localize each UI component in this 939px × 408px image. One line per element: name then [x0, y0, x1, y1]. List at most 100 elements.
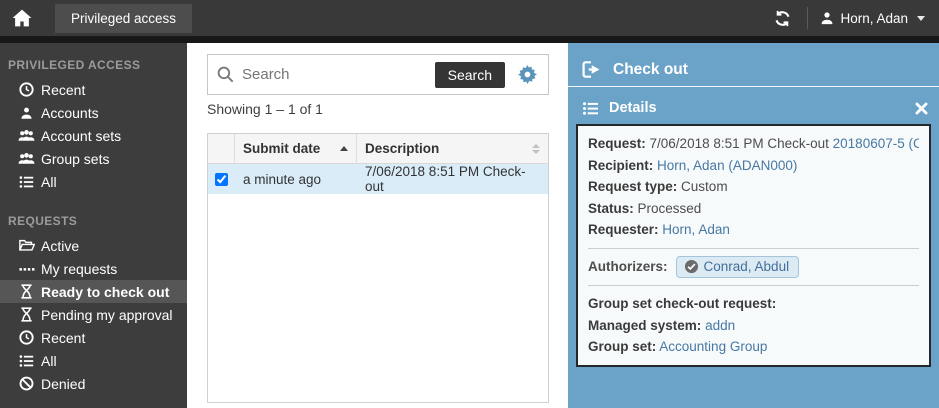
table-row[interactable]: a minute ago 7/06/2018 8:51 PM Check-out: [208, 164, 548, 194]
sidebar: PRIVILEGED ACCESS Recent Accounts Accoun…: [0, 43, 187, 408]
column-label: Submit date: [243, 141, 320, 156]
ban-icon: [18, 376, 35, 391]
sidebar-item-all[interactable]: All: [0, 170, 187, 193]
group-set-request-heading: Group set check-out request:: [588, 293, 919, 315]
sign-out-icon: [582, 61, 601, 78]
managed-system-field: Managed system: addn: [588, 315, 919, 337]
requests-table: Submit date Description a minute ago 7/0…: [207, 133, 549, 403]
list-icon: [18, 175, 35, 189]
sidebar-item-label: Recent: [41, 82, 85, 98]
results-count: Showing 1 – 1 of 1: [207, 101, 323, 117]
sort-both-icon: [532, 144, 540, 154]
sidebar-item-label: All: [41, 353, 57, 369]
hourglass-icon: [18, 284, 35, 299]
check-circle-icon: [684, 259, 699, 274]
description-cell: 7/06/2018 8:51 PM Check-out: [357, 164, 548, 194]
sidebar-item-pending-my-approval[interactable]: Pending my approval: [0, 303, 187, 326]
column-header-submit-date[interactable]: Submit date: [235, 134, 357, 163]
sidebar-item-ready-to-check-out[interactable]: Ready to check out: [0, 280, 187, 303]
sidebar-item-recent[interactable]: Recent: [0, 78, 187, 101]
sidebar-item-accounts[interactable]: Accounts: [0, 101, 187, 124]
sidebar-item-account-sets[interactable]: Account sets: [0, 124, 187, 147]
authorizers-label: Authorizers:: [588, 259, 668, 274]
submit-date-cell: a minute ago: [235, 164, 357, 194]
group-set-label: Group set:: [588, 339, 656, 354]
checkout-panel: Check out Details Request: 7/06/2018 8:5…: [568, 43, 939, 408]
sidebar-section-requests: REQUESTS: [0, 193, 187, 234]
gear-icon[interactable]: [518, 65, 537, 84]
refresh-button[interactable]: [765, 0, 799, 36]
sidebar-item-group-sets[interactable]: Group sets: [0, 147, 187, 170]
sidebar-item-all-requests[interactable]: All: [0, 349, 187, 372]
search-icon: [217, 66, 234, 83]
search-input[interactable]: [242, 66, 435, 83]
ellipsis-icon: [18, 262, 35, 276]
home-button[interactable]: [0, 0, 44, 36]
folder-open-icon: [18, 239, 35, 252]
sidebar-item-label: Denied: [41, 376, 85, 392]
search-bar: Search: [207, 54, 549, 95]
hourglass-icon: [18, 307, 35, 322]
sidebar-section-privileged-access: PRIVILEGED ACCESS: [0, 43, 187, 78]
authorizer-name: Conrad, Abdul: [704, 259, 790, 274]
sidebar-item-label: Recent: [41, 330, 85, 346]
field-divider: [588, 248, 919, 249]
panel-header: Check out: [568, 43, 939, 85]
details-box: Request: 7/06/2018 8:51 PM Check-out 201…: [576, 124, 931, 367]
column-header-description[interactable]: Description: [357, 134, 548, 163]
recipient-value: Horn, Adan (ADAN000): [657, 158, 797, 173]
sidebar-item-label: Account sets: [41, 128, 121, 144]
list-icon: [18, 354, 35, 368]
search-button[interactable]: Search: [435, 62, 505, 88]
topbar-shadow-strip: [0, 36, 939, 43]
authorizers-field: Authorizers: Conrad, Abdul: [588, 256, 919, 278]
sidebar-item-label: All: [41, 174, 57, 190]
sidebar-item-label: Pending my approval: [41, 307, 173, 323]
recipient-field: Recipient: Horn, Adan (ADAN000): [588, 155, 919, 177]
request-value: 7/06/2018 8:51 PM Check-out: [650, 136, 833, 151]
request-list-pane: Search Showing 1 – 1 of 1 Submit date De…: [187, 43, 568, 408]
request-label: Request:: [588, 136, 646, 151]
close-icon[interactable]: [915, 102, 928, 115]
panel-title: Check out: [613, 61, 688, 79]
request-type-label: Request type:: [588, 179, 677, 194]
clock-icon: [18, 330, 35, 345]
row-select-cell: [208, 164, 235, 194]
sidebar-item-label: Ready to check out: [41, 284, 169, 300]
row-checkbox[interactable]: [215, 173, 228, 186]
refresh-icon: [774, 10, 791, 27]
details-section-header: Details: [582, 95, 928, 121]
status-value: Processed: [638, 201, 702, 216]
sidebar-item-label: Group sets: [41, 151, 109, 167]
recipient-label: Recipient:: [588, 158, 653, 173]
group-set-request-label: Group set check-out request:: [588, 296, 776, 311]
field-divider: [588, 285, 919, 286]
caret-down-icon: [917, 16, 925, 21]
user-name: Horn, Adan: [840, 11, 908, 26]
request-link[interactable]: 20180607-5 (Custom: [833, 136, 919, 151]
sidebar-item-label: My requests: [41, 261, 117, 277]
sidebar-item-label: Active: [41, 238, 79, 254]
details-title: Details: [609, 100, 657, 116]
select-column-header: [208, 134, 235, 163]
request-type-value: Custom: [681, 179, 728, 194]
sidebar-item-denied[interactable]: Denied: [0, 372, 187, 395]
sidebar-item-recent-requests[interactable]: Recent: [0, 326, 187, 349]
privileged-access-button[interactable]: Privileged access: [55, 4, 192, 33]
request-field: Request: 7/06/2018 8:51 PM Check-out 201…: [588, 133, 919, 155]
users-icon: [18, 152, 35, 166]
user-menu[interactable]: Horn, Adan: [816, 0, 939, 36]
request-type-field: Request type: Custom: [588, 176, 919, 198]
sort-asc-icon: [340, 146, 348, 151]
top-bar: Privileged access Horn, Adan: [0, 0, 939, 36]
column-label: Description: [365, 141, 439, 156]
details-list-icon: [582, 101, 599, 116]
status-field: Status: Processed: [588, 198, 919, 220]
group-set-value: Accounting Group: [659, 339, 767, 354]
sidebar-item-active[interactable]: Active: [0, 234, 187, 257]
table-empty-area: [208, 194, 548, 402]
authorizer-badge[interactable]: Conrad, Abdul: [676, 256, 800, 278]
sidebar-item-my-requests[interactable]: My requests: [0, 257, 187, 280]
sidebar-item-label: Accounts: [41, 105, 99, 121]
user-icon: [820, 11, 834, 25]
